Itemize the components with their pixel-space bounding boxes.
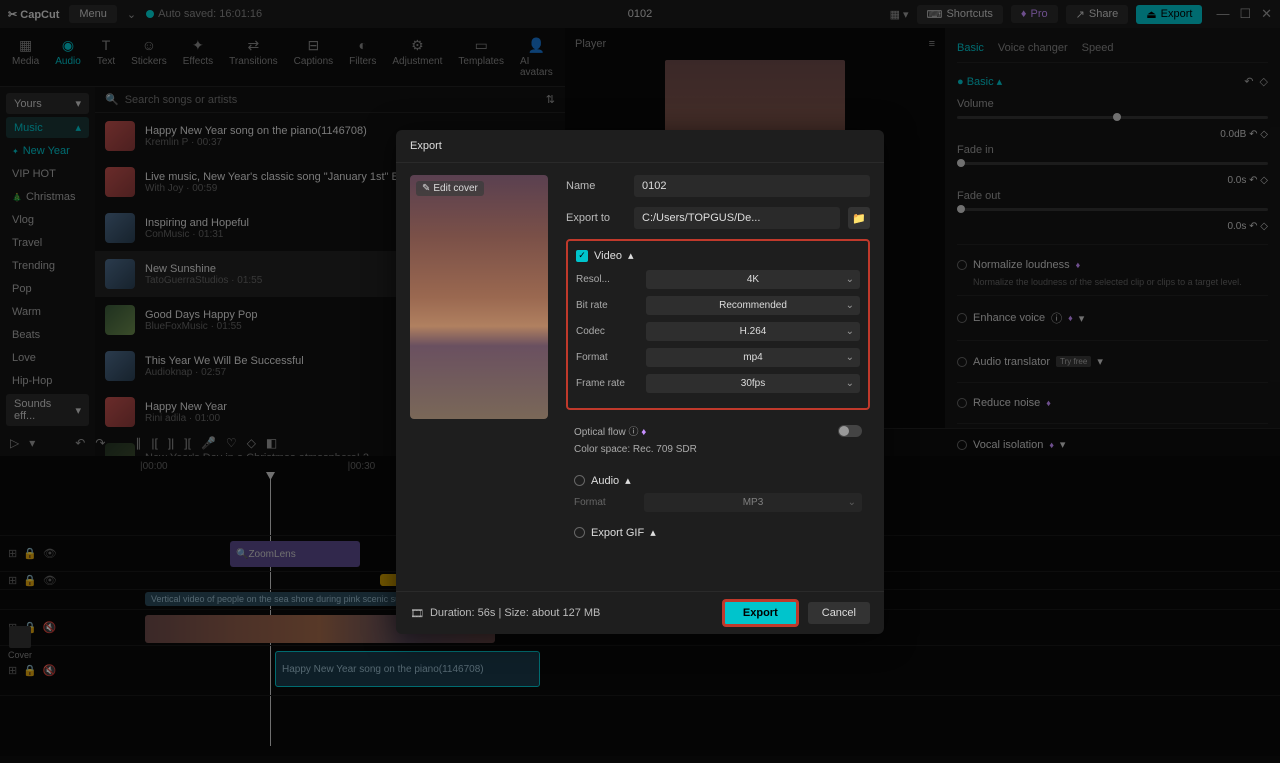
edit-cover-button[interactable]: ✎ Edit cover xyxy=(416,181,484,196)
colorspace-label: Color space: Rec. 709 SDR xyxy=(566,441,870,458)
gif-checkbox[interactable] xyxy=(574,527,585,538)
modal-title: Export xyxy=(396,130,884,163)
gif-label: Export GIF xyxy=(591,527,644,539)
name-input[interactable] xyxy=(634,175,870,197)
resol-label: Resol... xyxy=(576,274,638,285)
chevron-up-icon: ▴ xyxy=(650,526,656,539)
audio-checkbox[interactable] xyxy=(574,475,585,486)
optflow-toggle[interactable] xyxy=(838,425,862,437)
format-select[interactable]: mp4 xyxy=(646,348,860,367)
cancel-button[interactable]: Cancel xyxy=(808,602,870,624)
export-modal: Export ✎ Edit cover Name Export to 📁 ✓ Vid… xyxy=(396,130,884,634)
video-checkbox[interactable]: ✓ xyxy=(576,250,588,262)
frame-label: Frame rate xyxy=(576,378,638,389)
gem-icon: ♦ xyxy=(641,427,646,438)
optflow-label: Optical flow xyxy=(574,427,626,438)
exportto-label: Export to xyxy=(566,212,626,224)
aformat-label: Format xyxy=(574,497,636,508)
exportto-input[interactable] xyxy=(634,207,840,229)
optical-flow-row: Optical flow ⓘ ♦ xyxy=(566,420,870,441)
video-header[interactable]: ✓ Video ▴ xyxy=(576,249,860,262)
framerate-select[interactable]: 30fps xyxy=(646,374,860,393)
export-button[interactable]: Export xyxy=(723,600,798,626)
bitrate-select[interactable]: Recommended xyxy=(646,296,860,315)
video-label: Video xyxy=(594,250,622,262)
audio-format-select: MP3 xyxy=(644,493,862,512)
codec-select[interactable]: H.264 xyxy=(646,322,860,341)
format-label: Format xyxy=(576,352,638,363)
name-label: Name xyxy=(566,180,626,192)
info-icon[interactable]: ⓘ xyxy=(628,427,638,438)
bitrate-label: Bit rate xyxy=(576,300,638,311)
codec-label: Codec xyxy=(576,326,638,337)
resolution-select[interactable]: 4K xyxy=(646,270,860,289)
audio-header[interactable]: Audio ▴ xyxy=(566,468,870,493)
duration-text: Duration: 56s | Size: about 127 MB xyxy=(430,607,600,619)
folder-icon[interactable]: 📁 xyxy=(848,207,870,229)
edit-cover-label: Edit cover xyxy=(433,183,477,194)
video-settings-group: ✓ Video ▴ Resol... 4K Bit rate Recommended C… xyxy=(566,239,870,410)
duration-info: 🎞 Duration: 56s | Size: about 127 MB xyxy=(410,607,600,620)
audio-label: Audio xyxy=(591,475,619,487)
film-icon: 🎞 xyxy=(410,607,424,620)
chevron-up-icon: ▴ xyxy=(628,249,634,262)
chevron-up-icon: ▴ xyxy=(625,474,631,487)
gif-header[interactable]: Export GIF ▴ xyxy=(566,520,870,545)
export-cover-preview: ✎ Edit cover xyxy=(410,175,548,419)
modal-footer: 🎞 Duration: 56s | Size: about 127 MB Expo… xyxy=(396,591,884,634)
